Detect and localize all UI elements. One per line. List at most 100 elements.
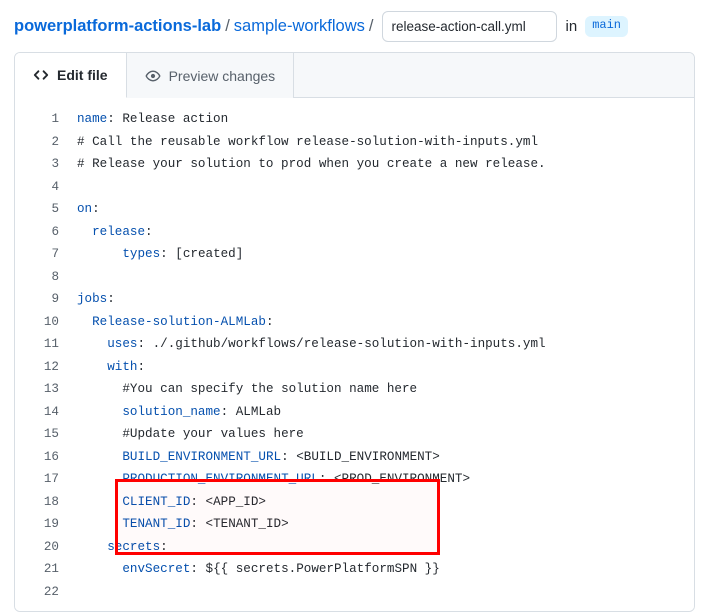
code-line: 4 [15, 176, 694, 199]
yaml-key: BUILD_ENVIRONMENT_URL [122, 450, 281, 464]
code-line-text: BUILD_ENVIRONMENT_URL: <BUILD_ENVIRONMEN… [63, 446, 440, 469]
line-number: 1 [15, 108, 63, 131]
code-line: 15 #Update your values here [15, 423, 694, 446]
code-line-text: solution_name: ALMLab [63, 401, 281, 424]
in-label: in [566, 18, 578, 35]
code-line-text: release: [63, 221, 153, 244]
code-line-text: # Release your solution to prod when you… [63, 153, 546, 176]
yaml-value: <PROD_ENVIRONMENT> [334, 472, 470, 486]
breadcrumb-separator-1: / [225, 17, 230, 36]
line-number: 5 [15, 198, 63, 221]
yaml-comment: # Release your solution to prod when you… [77, 157, 546, 171]
yaml-key: PRODUCTION_ENVIRONMENT_URL [122, 472, 319, 486]
yaml-value: Release action [122, 112, 228, 126]
code-line-text: name: Release action [63, 108, 228, 131]
code-line-text: jobs: [63, 288, 115, 311]
line-number: 15 [15, 423, 63, 446]
code-line: 20 secrets: [15, 536, 694, 559]
filename-input[interactable] [382, 11, 557, 42]
code-line: 9jobs: [15, 288, 694, 311]
code-line-text: PRODUCTION_ENVIRONMENT_URL: <PROD_ENVIRO… [63, 468, 470, 491]
code-line: 2 # Call the reusable workflow release-so… [15, 131, 694, 154]
line-number: 11 [15, 333, 63, 356]
breadcrumb-repo-link[interactable]: powerplatform-actions-lab [14, 17, 221, 36]
line-number: 3 [15, 153, 63, 176]
code-line: 16 BUILD_ENVIRONMENT_URL: <BUILD_ENVIRON… [15, 446, 694, 469]
line-number: 14 [15, 401, 63, 424]
yaml-value: <APP_ID> [206, 495, 266, 509]
yaml-value: ${{ secrets.PowerPlatformSPN }} [206, 562, 440, 576]
code-line-text [63, 266, 77, 289]
tab-preview-changes[interactable]: Preview changes [127, 53, 295, 98]
tab-strip: Edit file Preview changes [15, 53, 694, 98]
tab-preview-changes-label: Preview changes [169, 68, 276, 84]
line-number: 7 [15, 243, 63, 266]
breadcrumb: powerplatform-actions-lab / sample-workf… [0, 0, 709, 44]
branch-badge: main [585, 16, 628, 37]
yaml-value: [created] [175, 247, 243, 261]
code-line: 7 types: [created] [15, 243, 694, 266]
yaml-key: envSecret [122, 562, 190, 576]
line-number: 22 [15, 581, 63, 604]
code-line-text: with: [63, 356, 145, 379]
yaml-key: solution_name [122, 405, 220, 419]
yaml-key: CLIENT_ID [122, 495, 190, 509]
code-line: 1name: Release action [15, 108, 694, 131]
yaml-key: release [92, 225, 145, 239]
yaml-key: name [77, 112, 107, 126]
code-line: 8 [15, 266, 694, 289]
line-number: 13 [15, 378, 63, 401]
code-line-list: 1name: Release action2 # Call the reusabl… [15, 108, 694, 603]
code-line: 21 envSecret: ${{ secrets.PowerPlatformS… [15, 558, 694, 581]
code-line-text: TENANT_ID: <TENANT_ID> [63, 513, 289, 536]
line-number: 21 [15, 558, 63, 581]
yaml-key: Release-solution-ALMLab [92, 315, 266, 329]
tab-edit-file[interactable]: Edit file [15, 53, 127, 98]
eye-icon [145, 68, 161, 84]
tab-edit-file-label: Edit file [57, 67, 108, 83]
yaml-key: on [77, 202, 92, 216]
yaml-value: <BUILD_ENVIRONMENT> [296, 450, 440, 464]
breadcrumb-folder-link[interactable]: sample-workflows [234, 17, 365, 36]
line-number: 16 [15, 446, 63, 469]
yaml-comment: # Call the reusable workflow release-sol… [77, 135, 538, 149]
line-number: 20 [15, 536, 63, 559]
code-line-text: envSecret: ${{ secrets.PowerPlatformSPN … [63, 558, 440, 581]
code-line: 11 uses: ./.github/workflows/release-sol… [15, 333, 694, 356]
code-line-text [63, 176, 77, 199]
code-line: 12 with: [15, 356, 694, 379]
yaml-key: types [122, 247, 160, 261]
code-line: 10 Release-solution-ALMLab: [15, 311, 694, 334]
line-number: 12 [15, 356, 63, 379]
code-line-text: CLIENT_ID: <APP_ID> [63, 491, 266, 514]
line-number: 8 [15, 266, 63, 289]
line-number: 19 [15, 513, 63, 536]
code-line-text: types: [created] [63, 243, 243, 266]
yaml-value: <TENANT_ID> [206, 517, 289, 531]
code-line-text: #Update your values here [63, 423, 304, 446]
line-number: 6 [15, 221, 63, 244]
line-number: 18 [15, 491, 63, 514]
line-number: 10 [15, 311, 63, 334]
code-line-text: Release-solution-ALMLab: [63, 311, 274, 334]
code-line: 5on: [15, 198, 694, 221]
yaml-key: uses [107, 337, 137, 351]
editor-panel: Edit file Preview changes 1name: Release… [14, 52, 695, 612]
code-line: 13 #You can specify the solution name he… [15, 378, 694, 401]
line-number: 2 [15, 131, 63, 154]
yaml-key: jobs [77, 292, 107, 306]
yaml-comment: #Update your values here [122, 427, 303, 441]
code-line: 19 TENANT_ID: <TENANT_ID> [15, 513, 694, 536]
code-line-text: #You can specify the solution name here [63, 378, 417, 401]
code-line: 22 [15, 581, 694, 604]
code-line: 3 # Release your solution to prod when yo… [15, 153, 694, 176]
yaml-key: secrets [107, 540, 160, 554]
yaml-comment: #You can specify the solution name here [122, 382, 417, 396]
line-number: 4 [15, 176, 63, 199]
code-line-text [63, 581, 77, 604]
code-line: 6 release: [15, 221, 694, 244]
breadcrumb-separator-2: / [369, 17, 374, 36]
code-editor[interactable]: 1name: Release action2 # Call the reusabl… [15, 98, 694, 612]
yaml-key: TENANT_ID [122, 517, 190, 531]
yaml-value: ./.github/workflows/release-solution-wit… [153, 337, 546, 351]
